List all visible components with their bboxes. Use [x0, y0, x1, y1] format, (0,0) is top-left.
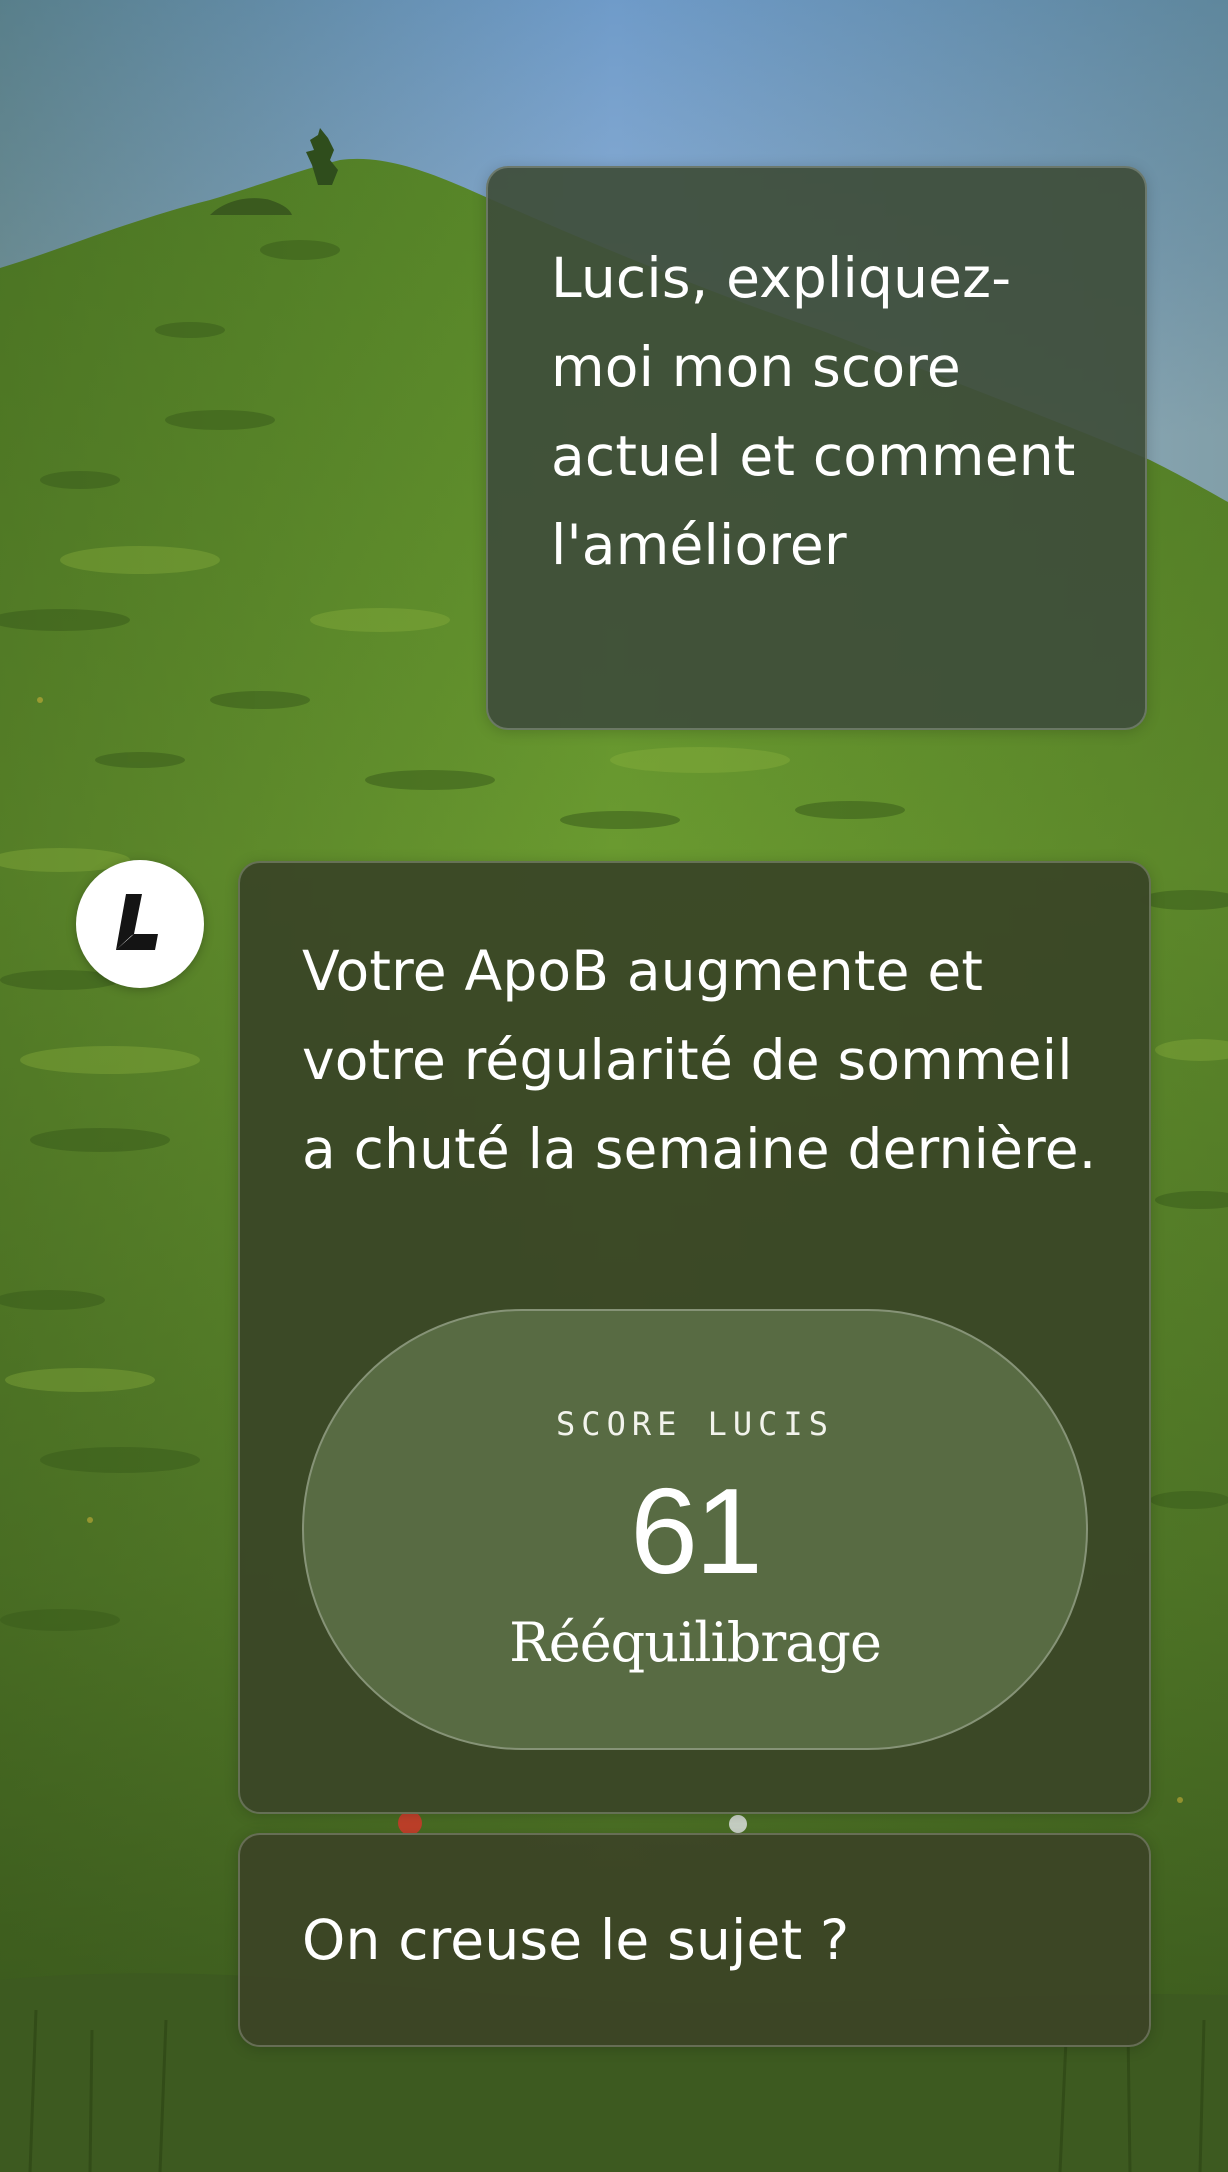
followup-message-bubble[interactable]: On creuse le sujet ? [238, 1833, 1151, 2047]
score-label: SCORE LUCIS [556, 1405, 834, 1443]
score-value: 61 [630, 1463, 763, 1599]
score-card[interactable]: SCORE LUCIS 61 Rééquilibrage [302, 1309, 1088, 1750]
assistant-message-text: Votre ApoB augmente et votre régularité … [302, 939, 1097, 1181]
followup-message-text: On creuse le sujet ? [302, 1908, 850, 1972]
user-message-bubble: Lucis, expliquez-moi mon score actuel et… [486, 166, 1147, 730]
assistant-message-bubble: Votre ApoB augmente et votre régularité … [238, 861, 1151, 1814]
score-status: Rééquilibrage [509, 1611, 882, 1674]
lucis-logo-icon [76, 860, 204, 988]
user-message-text: Lucis, expliquez-moi mon score actuel et… [551, 246, 1076, 577]
lucis-logo-glyph [116, 894, 158, 950]
